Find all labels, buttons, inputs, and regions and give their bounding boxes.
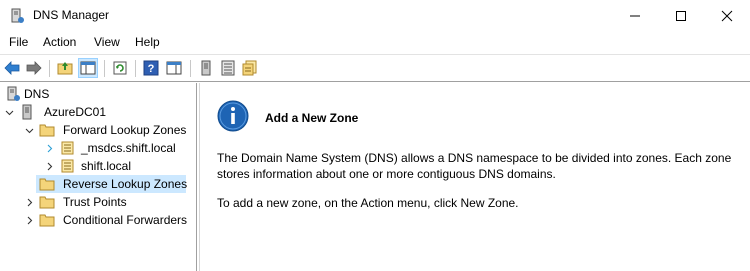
zone-icon [61, 141, 74, 155]
close-button[interactable] [704, 0, 750, 31]
tree-item-reverse-lookup-zones[interactable]: Reverse Lookup Zones [36, 175, 188, 193]
folder-icon [39, 178, 55, 191]
up-one-level-button[interactable] [55, 58, 75, 78]
refresh-button[interactable] [110, 58, 130, 78]
tree-label: Trust Points [63, 195, 127, 209]
help-button[interactable]: ? [141, 58, 161, 78]
menu-help[interactable]: Help [135, 35, 160, 49]
server-icon [22, 104, 32, 120]
tree-label: Forward Lookup Zones [63, 123, 187, 137]
details-instruction: To add a new zone, on the Action menu, c… [217, 196, 519, 210]
details-description: The Domain Name System (DNS) allows a DN… [217, 151, 732, 181]
tree-item-forward-lookup-zones[interactable]: Forward Lookup Zones [0, 121, 196, 139]
folder-icon [39, 214, 55, 227]
details-pane: Add a New Zone The Domain Name System (D… [199, 83, 750, 271]
expand-chevron-icon[interactable] [44, 143, 54, 153]
forward-arrow-icon [26, 61, 42, 75]
menu-view[interactable]: View [94, 35, 120, 49]
toolbar: ? [0, 54, 750, 82]
properties-icon [242, 60, 257, 76]
show-hide-tree-icon [80, 61, 96, 75]
menu-file[interactable]: File [9, 35, 28, 49]
minimize-button[interactable] [612, 0, 658, 31]
action-pane-icon [166, 61, 182, 75]
details-heading: Add a New Zone [265, 111, 359, 125]
svg-text:?: ? [148, 63, 155, 75]
tree-item-shift-local-zone[interactable]: shift.local [0, 157, 196, 175]
maximize-button[interactable] [658, 0, 704, 31]
tree-label: Reverse Lookup Zones [63, 177, 188, 191]
tree-label: _msdcs.shift.local [81, 141, 176, 155]
tree-item-trust-points[interactable]: Trust Points [0, 193, 196, 211]
up-folder-icon [57, 62, 73, 75]
back-arrow-icon [4, 61, 20, 75]
window-title: DNS Manager [33, 8, 110, 22]
show-hide-action-pane-button[interactable] [164, 58, 184, 78]
tree-item-msdcs-zone[interactable]: _msdcs.shift.local [0, 139, 196, 157]
help-icon: ? [143, 60, 159, 76]
list-icon [221, 60, 235, 76]
server-icon [201, 60, 211, 76]
tree-label: DNS [24, 87, 50, 101]
expand-chevron-icon[interactable] [24, 215, 34, 225]
title-bar: DNS Manager [0, 0, 750, 31]
list-button[interactable] [218, 58, 238, 78]
minimize-icon [630, 15, 640, 16]
refresh-icon [113, 61, 127, 75]
expand-chevron-icon[interactable] [24, 197, 34, 207]
collapse-chevron-icon[interactable] [4, 107, 14, 117]
properties-button[interactable] [240, 58, 260, 78]
collapse-chevron-icon[interactable] [24, 125, 34, 135]
dns-icon [7, 86, 20, 101]
back-button[interactable] [2, 58, 22, 78]
expand-chevron-icon[interactable] [44, 161, 54, 171]
tree-label: Conditional Forwarders [63, 213, 188, 227]
server-button[interactable] [196, 58, 216, 78]
tree-label: AzureDC01 [44, 105, 107, 119]
close-icon [721, 10, 733, 21]
zone-icon [61, 159, 74, 173]
info-icon [217, 100, 249, 132]
console-tree: DNS AzureDC01 Forward Lookup Zones _msdc… [0, 83, 197, 271]
tree-item-server[interactable]: AzureDC01 [0, 103, 196, 121]
dns-server-icon [11, 8, 24, 23]
tree-label: shift.local [81, 159, 132, 173]
maximize-icon [676, 10, 686, 21]
menu-action[interactable]: Action [43, 35, 76, 49]
tree-item-dns[interactable]: DNS [0, 85, 196, 103]
forward-button[interactable] [24, 58, 44, 78]
menu-bar: File Action View Help [0, 31, 750, 53]
folder-icon [39, 196, 55, 209]
tree-item-conditional-forwarders[interactable]: Conditional Forwarders [0, 211, 196, 229]
folder-icon [39, 124, 55, 137]
show-hide-console-tree-button[interactable] [78, 58, 98, 78]
